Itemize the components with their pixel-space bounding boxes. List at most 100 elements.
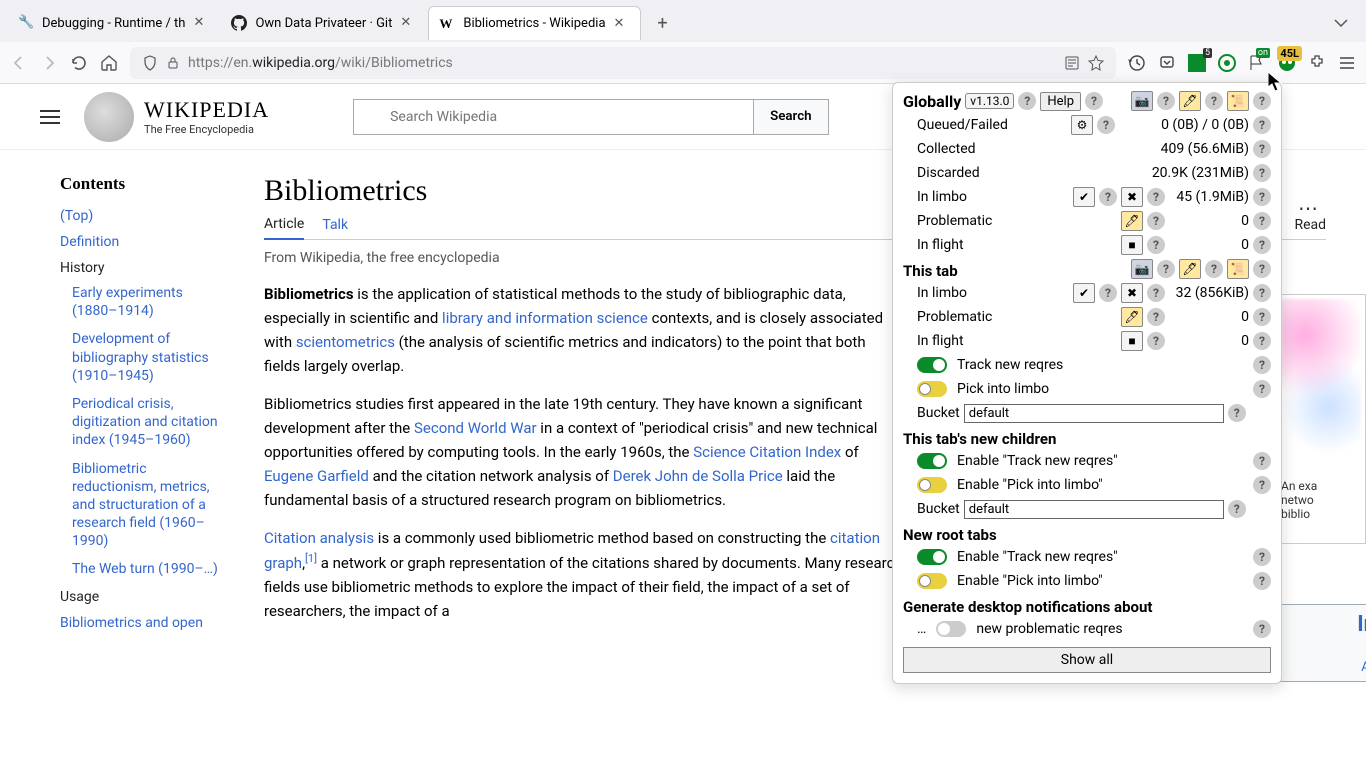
help-icon[interactable]: ? — [1253, 164, 1271, 182]
help-icon[interactable]: ? — [1253, 260, 1271, 278]
help-icon[interactable]: ? — [1099, 284, 1117, 302]
tabs-dropdown-icon[interactable] — [1334, 16, 1348, 30]
reject-button[interactable]: ✖ — [1121, 283, 1143, 303]
help-icon[interactable]: ? — [1097, 116, 1115, 134]
reader-mode-icon[interactable] — [1064, 55, 1080, 71]
ext-green-icon[interactable]: 5 — [1188, 54, 1206, 72]
extensions-icon[interactable] — [1308, 54, 1326, 72]
help-icon[interactable]: ? — [1253, 452, 1271, 470]
close-icon[interactable]: ✕ — [614, 16, 630, 32]
toc-link-top[interactable]: (Top) — [60, 208, 93, 224]
help-icon[interactable]: ? — [1228, 500, 1246, 518]
link[interactable]: Information science — [1357, 612, 1366, 637]
toc-link-history[interactable]: History — [60, 260, 105, 276]
help-icon[interactable]: ? — [1157, 260, 1175, 278]
link[interactable]: Second World War — [414, 419, 537, 437]
accept-button[interactable]: ✔ — [1073, 187, 1095, 207]
help-icon[interactable]: ? — [1253, 116, 1271, 134]
help-icon[interactable]: ? — [1253, 620, 1271, 638]
snapshot-button[interactable]: 📷 — [1131, 91, 1153, 111]
help-icon[interactable]: ? — [1253, 236, 1271, 254]
reference-link[interactable]: [1] — [305, 552, 317, 565]
enable-pick-toggle[interactable] — [917, 477, 947, 493]
help-icon[interactable]: ? — [1253, 572, 1271, 590]
reload-button[interactable] — [70, 54, 88, 72]
menu-icon[interactable] — [1338, 54, 1356, 72]
toc-link[interactable]: Periodical crisis, digitization and cita… — [72, 396, 218, 448]
tab-article[interactable]: Article — [264, 216, 304, 240]
help-icon[interactable]: ? — [1253, 476, 1271, 494]
wand-button[interactable]: 🖊 — [1179, 91, 1201, 111]
link[interactable]: Science Citation Index — [693, 443, 841, 461]
show-all-button[interactable]: Show all — [903, 647, 1271, 673]
back-button[interactable] — [10, 54, 28, 72]
stop-button[interactable]: ■ — [1121, 235, 1143, 255]
help-icon[interactable]: ? — [1147, 188, 1165, 206]
forward-button[interactable] — [40, 54, 58, 72]
link[interactable]: Eugene Garfield — [264, 467, 369, 485]
help-icon[interactable]: ? — [1147, 284, 1165, 302]
wand-button[interactable]: 🖊 — [1121, 211, 1143, 231]
ext-flag-icon[interactable]: on — [1248, 54, 1266, 72]
doc-button[interactable]: 📜 — [1227, 259, 1249, 279]
url-bar[interactable]: https://en.wikipedia.org/wiki/Bibliometr… — [130, 47, 1116, 79]
root-pick-toggle[interactable] — [917, 573, 947, 589]
bookmark-icon[interactable] — [1088, 55, 1104, 71]
wand-button[interactable]: 🖊 — [1179, 259, 1201, 279]
help-button[interactable]: Help — [1040, 92, 1081, 111]
pick-limbo-toggle[interactable] — [917, 381, 947, 397]
toc-link[interactable]: Bibliometrics and open — [60, 615, 203, 631]
pocket-icon[interactable] — [1158, 54, 1176, 72]
enable-track-toggle[interactable] — [917, 453, 947, 469]
bucket-input[interactable] — [964, 404, 1224, 423]
help-icon[interactable]: ? — [1147, 332, 1165, 350]
help-icon[interactable]: ? — [1253, 308, 1271, 326]
help-icon[interactable]: ? — [1253, 140, 1271, 158]
help-icon[interactable]: ? — [1147, 212, 1165, 230]
lock-icon[interactable] — [166, 56, 180, 70]
toc-link-usage[interactable]: Usage — [60, 589, 99, 605]
link[interactable]: Derek John de Solla Price — [613, 467, 783, 485]
bucket-input-children[interactable] — [964, 500, 1224, 519]
toc-link-definition[interactable]: Definition — [60, 234, 119, 250]
link[interactable]: library and information science — [442, 309, 648, 327]
new-tab-button[interactable]: + — [649, 9, 677, 37]
help-icon[interactable]: ? — [1253, 188, 1271, 206]
accept-button[interactable]: ✔ — [1073, 283, 1095, 303]
main-menu-button[interactable] — [40, 110, 60, 124]
help-icon[interactable]: ? — [1099, 188, 1117, 206]
help-icon[interactable]: ? — [1253, 380, 1271, 398]
close-icon[interactable]: ✕ — [400, 15, 416, 31]
shield-icon[interactable] — [142, 55, 158, 71]
help-icon[interactable]: ? — [1147, 236, 1165, 254]
ext-circle-icon[interactable] — [1218, 54, 1236, 72]
close-icon[interactable]: ✕ — [193, 15, 209, 31]
help-icon[interactable]: ? — [1157, 92, 1175, 110]
help-icon[interactable]: ? — [1253, 284, 1271, 302]
new-problematic-toggle[interactable] — [936, 621, 966, 637]
help-icon[interactable]: ? — [1018, 92, 1036, 110]
track-new-toggle[interactable] — [917, 357, 947, 373]
link[interactable]: Access · Architecture · Behavior · — [1361, 660, 1366, 675]
link[interactable]: scientometrics — [296, 333, 395, 351]
wand-button[interactable]: 🖊 — [1121, 307, 1143, 327]
link[interactable]: Citation analysis — [264, 529, 374, 547]
help-icon[interactable]: ? — [1253, 212, 1271, 230]
toc-link[interactable]: The Web turn (1990–…) — [72, 561, 218, 577]
help-icon[interactable]: ? — [1205, 92, 1223, 110]
reject-button[interactable]: ✖ — [1121, 187, 1143, 207]
snapshot-button[interactable]: 📷 — [1131, 259, 1153, 279]
home-button[interactable] — [100, 54, 118, 72]
ext-privateer-icon[interactable]: 45L — [1278, 54, 1296, 72]
history-icon[interactable] — [1128, 54, 1146, 72]
help-icon[interactable]: ? — [1085, 92, 1103, 110]
tab-talk[interactable]: Talk — [322, 217, 348, 239]
infobox-image[interactable]: An exa netwo biblio — [1276, 294, 1366, 544]
tab-wikipedia[interactable]: W Bibliometrics - Wikipedia ✕ — [428, 6, 640, 40]
doc-button[interactable]: 📜 — [1227, 91, 1249, 111]
toc-link[interactable]: Early experiments (1880–1914) — [72, 285, 183, 319]
toc-link[interactable]: Development of bibliography statistics (… — [72, 331, 209, 383]
help-icon[interactable]: ? — [1253, 548, 1271, 566]
help-icon[interactable]: ? — [1147, 308, 1165, 326]
toc-link[interactable]: Bibliometric reductionism, metrics, and … — [72, 461, 210, 550]
